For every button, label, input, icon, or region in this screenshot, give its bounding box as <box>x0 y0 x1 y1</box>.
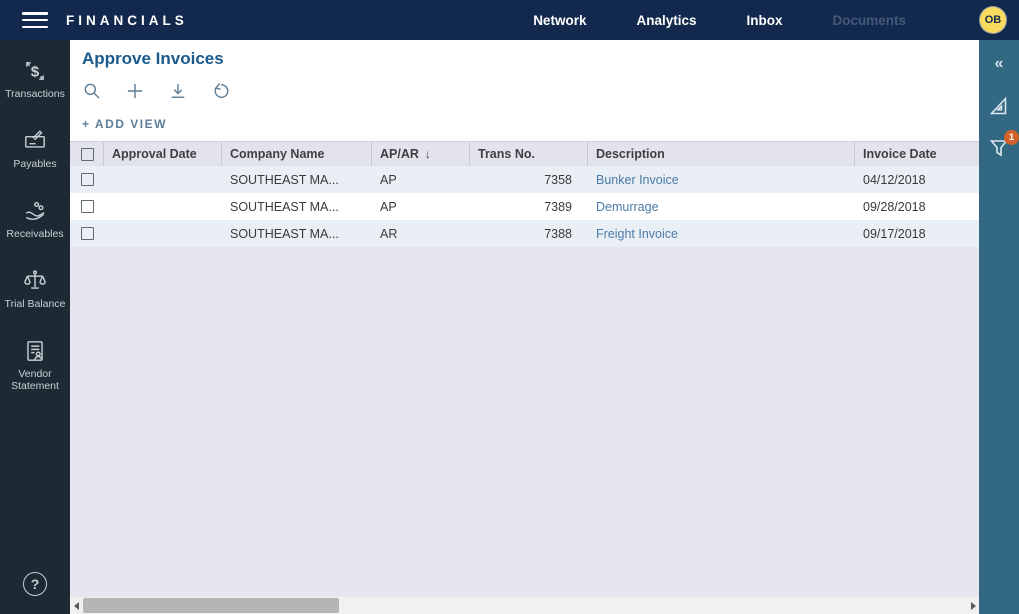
cell-ap-ar: AP <box>372 193 470 220</box>
undo-button[interactable] <box>211 81 231 101</box>
sidebar-item-receivables[interactable]: Receivables <box>0 194 70 264</box>
user-avatar[interactable]: OB <box>980 7 1006 33</box>
payables-icon <box>22 128 48 154</box>
table-row[interactable]: SOUTHEAST MA... AP 7389 Demurrage 09/28/… <box>70 193 979 220</box>
select-all-cell <box>70 142 104 166</box>
nav-documents[interactable]: Documents <box>832 13 906 28</box>
sidebar-item-trial-balance[interactable]: Trial Balance <box>0 264 70 334</box>
right-panel: « 1 <box>979 40 1019 614</box>
cell-description-link[interactable]: Freight Invoice <box>588 220 855 247</box>
sidebar-label: Vendor Statement <box>4 369 66 392</box>
column-header-ap-ar[interactable]: AP/AR ↓ <box>372 142 470 166</box>
left-sidebar: $ Transactions Payables Receivables <box>0 40 70 614</box>
content-header: Approve Invoices <box>70 40 979 141</box>
cell-invoice-date: 04/12/2018 <box>855 166 979 193</box>
cell-company: SOUTHEAST MA... <box>222 220 372 247</box>
sidebar-label: Payables <box>13 159 56 171</box>
cell-company: SOUTHEAST MA... <box>222 193 372 220</box>
cell-description-link[interactable]: Bunker Invoice <box>588 166 855 193</box>
add-view-button[interactable]: + ADD VIEW <box>82 117 167 131</box>
sidebar-item-payables[interactable]: Payables <box>0 124 70 194</box>
toolbar <box>82 81 979 101</box>
scroll-left-icon <box>74 602 79 610</box>
cell-ap-ar: AP <box>372 166 470 193</box>
undo-icon <box>211 81 231 101</box>
vendor-statement-icon <box>22 338 48 364</box>
svg-text:$: $ <box>31 63 40 80</box>
column-header-company-name[interactable]: Company Name <box>222 142 372 166</box>
search-icon <box>82 81 102 101</box>
cell-invoice-date: 09/28/2018 <box>855 193 979 220</box>
table-row[interactable]: SOUTHEAST MA... AP 7358 Bunker Invoice 0… <box>70 166 979 193</box>
app-root: FINANCIALS Network Analytics Inbox Docum… <box>0 0 1019 614</box>
design-tool-button[interactable] <box>985 92 1013 120</box>
nav-network[interactable]: Network <box>533 13 586 28</box>
cell-trans-no: 7389 <box>470 193 588 220</box>
set-square-icon <box>987 94 1011 118</box>
help-button[interactable]: ? <box>23 572 47 596</box>
scroll-right-icon <box>971 602 976 610</box>
sort-desc-icon: ↓ <box>425 147 431 161</box>
search-button[interactable] <box>82 81 102 101</box>
cell-description-link[interactable]: Demurrage <box>588 193 855 220</box>
cell-ap-ar: AR <box>372 220 470 247</box>
grid-header-row: Approval Date Company Name AP/AR ↓ Trans… <box>70 141 979 166</box>
main-content: Approve Invoices <box>70 40 979 614</box>
cell-approval-date <box>104 166 222 193</box>
column-header-approval-date[interactable]: Approval Date <box>104 142 222 166</box>
sidebar-item-vendor-statement[interactable]: Vendor Statement <box>0 334 70 404</box>
top-navbar: FINANCIALS Network Analytics Inbox Docum… <box>0 0 1019 40</box>
horizontal-scrollbar[interactable] <box>70 597 979 614</box>
filter-count-badge: 1 <box>1004 130 1019 145</box>
menu-icon[interactable] <box>22 12 48 28</box>
nav-analytics[interactable]: Analytics <box>636 13 696 28</box>
collapse-panel-button[interactable]: « <box>985 50 1013 78</box>
invoices-grid: Approval Date Company Name AP/AR ↓ Trans… <box>70 141 979 597</box>
column-header-label: AP/AR <box>380 147 419 161</box>
row-checkbox[interactable] <box>81 227 94 240</box>
transactions-icon: $ <box>22 58 48 84</box>
plus-icon <box>125 81 145 101</box>
scrollbar-thumb[interactable] <box>83 598 339 613</box>
page-title: Approve Invoices <box>82 49 979 69</box>
column-header-invoice-date[interactable]: Invoice Date <box>855 142 979 166</box>
trial-balance-icon <box>22 268 48 294</box>
app-title: FINANCIALS <box>66 13 188 28</box>
cell-trans-no: 7358 <box>470 166 588 193</box>
sidebar-label: Trial Balance <box>5 299 66 311</box>
cell-company: SOUTHEAST MA... <box>222 166 372 193</box>
cell-trans-no: 7388 <box>470 220 588 247</box>
add-button[interactable] <box>125 81 145 101</box>
scroll-left-button[interactable] <box>70 597 82 614</box>
column-header-trans-no[interactable]: Trans No. <box>470 142 588 166</box>
sidebar-item-transactions[interactable]: $ Transactions <box>0 54 70 124</box>
cell-invoice-date: 09/17/2018 <box>855 220 979 247</box>
row-checkbox[interactable] <box>81 173 94 186</box>
sidebar-label: Transactions <box>5 89 65 101</box>
cell-approval-date <box>104 193 222 220</box>
sidebar-label: Receivables <box>6 229 63 241</box>
help-icon: ? <box>31 576 40 592</box>
filter-button[interactable]: 1 <box>985 134 1013 162</box>
collapse-icon: « <box>995 55 1004 73</box>
nav-inbox[interactable]: Inbox <box>746 13 782 28</box>
column-header-description[interactable]: Description <box>588 142 855 166</box>
scroll-right-button[interactable] <box>967 597 979 614</box>
download-button[interactable] <box>168 81 188 101</box>
grid-empty-area <box>70 247 979 597</box>
cell-approval-date <box>104 220 222 247</box>
top-nav-links: Network Analytics Inbox Documents OB <box>533 7 1019 33</box>
download-icon <box>168 81 188 101</box>
row-checkbox[interactable] <box>81 200 94 213</box>
receivables-icon <box>22 198 48 224</box>
table-row[interactable]: SOUTHEAST MA... AR 7388 Freight Invoice … <box>70 220 979 247</box>
select-all-checkbox[interactable] <box>81 148 94 161</box>
